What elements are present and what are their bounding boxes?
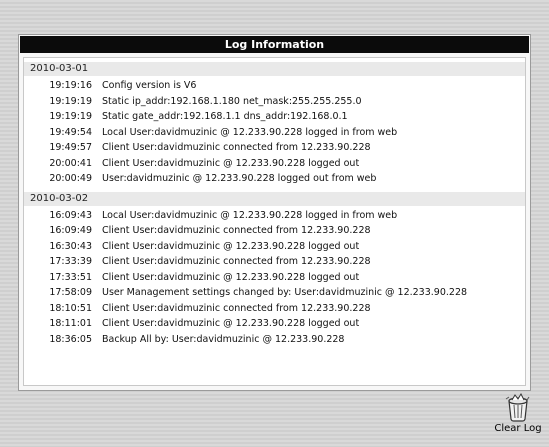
log-information-panel: Log Information 2010-03-01 19:19:16 Config… xyxy=(18,34,531,391)
log-entry-time: 17:58:09 xyxy=(49,287,92,298)
log-entry-message: Client User:davidmuzinic connected from … xyxy=(102,225,371,236)
log-entry: 20:00:49 User:davidmuzinic @ 12.233.90.22… xyxy=(24,171,525,187)
log-entry-message: Client User:davidmuzinic connected from … xyxy=(102,142,371,153)
log-date-group: 2010-03-01 19:19:16 Config version is V6 19… xyxy=(24,62,525,187)
log-entry-time: 17:33:39 xyxy=(49,256,92,267)
log-entry: 16:30:43 Client User:davidmuzinic @ 12.23… xyxy=(24,239,525,255)
log-entry: 19:49:57 Client User:davidmuzinic connect… xyxy=(24,140,525,156)
trash-bin-icon xyxy=(505,392,530,422)
log-entry-message: Client User:davidmuzinic connected from … xyxy=(102,256,371,267)
log-entry-time: 20:00:49 xyxy=(49,173,92,184)
log-entry-message: Client User:davidmuzinic @ 12.233.90.228… xyxy=(102,240,360,252)
log-entry: 19:49:54 Local User:davidmuzinic @ 12.233… xyxy=(24,125,525,141)
log-entry-message: Backup All by: User:davidmuzinic @ 12.23… xyxy=(102,333,345,345)
log-entry-time: 18:10:51 xyxy=(49,302,92,314)
log-entry-time: 19:49:57 xyxy=(49,142,92,153)
log-entry: 18:36:05 Backup All by: User:davidmuzinic… xyxy=(24,332,525,348)
log-entry-message: Static ip_addr:192.168.1.180 net_mask:25… xyxy=(102,95,362,107)
log-entry-time: 19:19:19 xyxy=(49,111,92,122)
log-entry: 17:33:39 Client User:davidmuzinic connect… xyxy=(24,254,525,270)
log-entry-message: Static gate_addr:192.168.1.1 dns_addr:19… xyxy=(102,111,348,122)
log-entry: 16:09:43 Local User:davidmuzinic @ 12.233… xyxy=(24,208,525,224)
log-entry-message: Client User:davidmuzinic connected from … xyxy=(102,302,371,314)
log-entry-time: 17:33:51 xyxy=(49,271,92,283)
log-entry: 20:00:41 Client User:davidmuzinic @ 12.23… xyxy=(24,156,525,172)
log-entry: 16:09:49 Client User:davidmuzinic connect… xyxy=(24,223,525,239)
log-entry-message: Local User:davidmuzinic @ 12.233.90.228 … xyxy=(102,209,398,221)
log-entry: 19:19:16 Config version is V6 xyxy=(24,78,525,94)
log-entry-time: 19:19:16 xyxy=(49,80,92,91)
log-entry-time: 16:09:49 xyxy=(49,225,92,236)
clear-log-button[interactable]: Clear Log xyxy=(489,392,547,446)
log-entry: 18:11:01 Client User:davidmuzinic @ 12.23… xyxy=(24,316,525,332)
log-entry-message: User:davidmuzinic @ 12.233.90.228 logged… xyxy=(102,173,377,184)
log-entry-time: 18:36:05 xyxy=(49,333,92,345)
log-entry-message: Local User:davidmuzinic @ 12.233.90.228 … xyxy=(102,126,398,138)
log-entry: 18:10:51 Client User:davidmuzinic connect… xyxy=(24,301,525,317)
log-entry-message: Client User:davidmuzinic @ 12.233.90.228… xyxy=(102,271,360,283)
log-entry-time: 19:49:54 xyxy=(49,126,92,138)
log-date-group: 2010-03-02 16:09:43 Local User:davidmuzini… xyxy=(24,191,525,348)
log-entry-time: 16:09:43 xyxy=(49,209,92,221)
log-entry-time: 18:11:01 xyxy=(49,318,92,329)
log-entry: 19:19:19 Static ip_addr:192.168.1.180 net… xyxy=(24,94,525,110)
log-entry: 17:58:09 User Management settings changed… xyxy=(24,285,525,301)
panel-title: Log Information xyxy=(20,36,529,53)
log-entry-time: 16:30:43 xyxy=(49,240,92,252)
log-date-header: 2010-03-01 xyxy=(24,62,525,76)
log-entry-message: Client User:davidmuzinic @ 12.233.90.228… xyxy=(102,157,360,169)
log-entry-time: 20:00:41 xyxy=(49,157,92,169)
log-entry-message: Config version is V6 xyxy=(102,80,197,91)
log-entry: 17:33:51 Client User:davidmuzinic @ 12.23… xyxy=(24,270,525,286)
log-date-header: 2010-03-02 xyxy=(24,191,525,206)
log-entry-time: 19:19:19 xyxy=(49,95,92,107)
log-entry-message: User Management settings changed by: Use… xyxy=(102,287,468,298)
log-list: 2010-03-01 19:19:16 Config version is V6 19… xyxy=(23,57,526,386)
log-entry-message: Client User:davidmuzinic @ 12.233.90.228… xyxy=(102,318,360,329)
clear-log-label: Clear Log xyxy=(494,423,542,434)
log-entry: 19:19:19 Static gate_addr:192.168.1.1 dns… xyxy=(24,109,525,125)
